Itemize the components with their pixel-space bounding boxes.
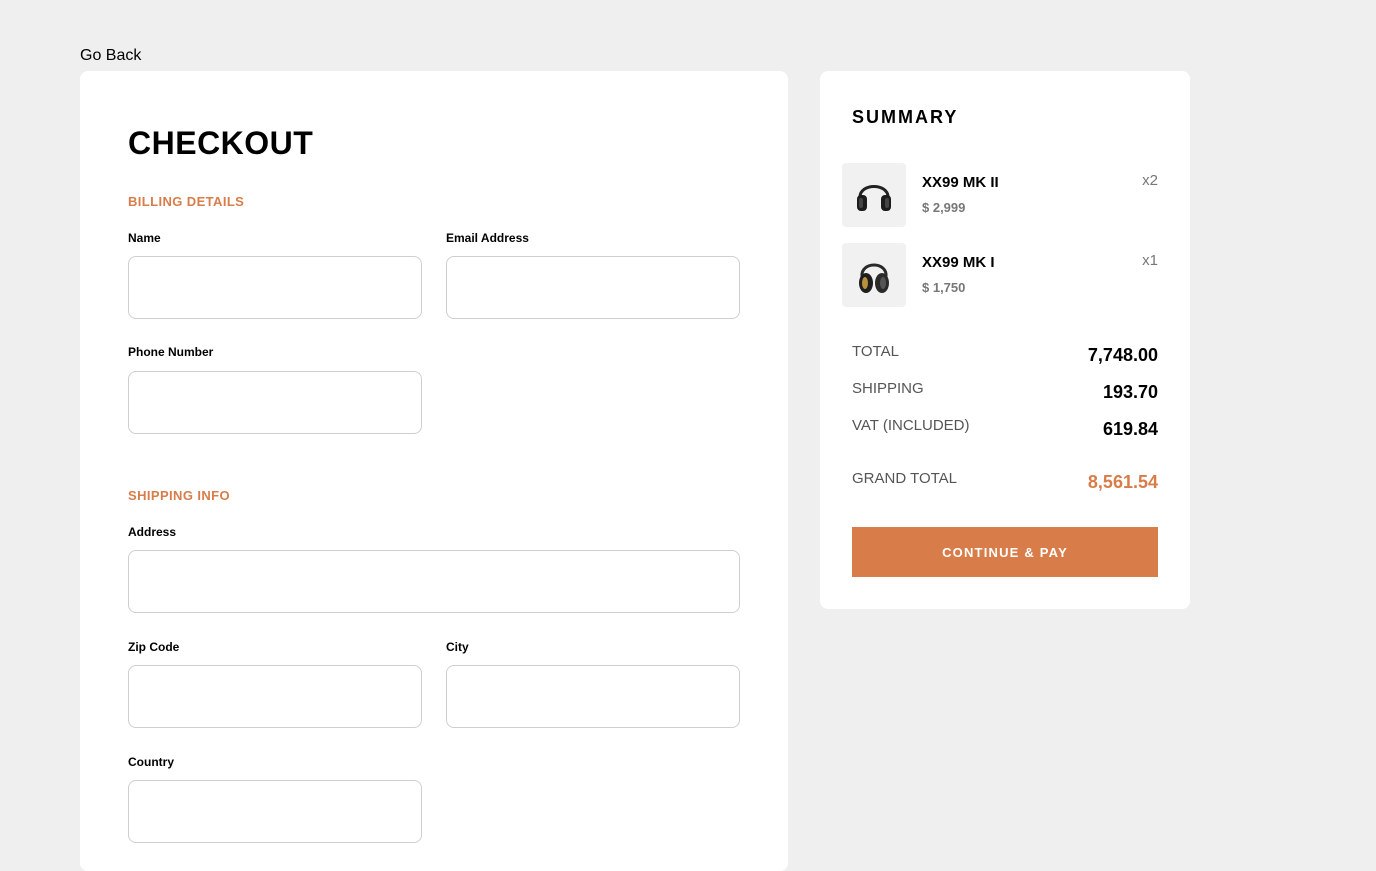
billing-details-heading: BILLING DETAILS	[128, 194, 245, 209]
shipping-value: 193.70	[1102, 382, 1158, 402]
total-row: TOTAL 7,748.00	[852, 343, 1158, 365]
address-input[interactable]	[128, 550, 740, 613]
page-title: CHECKOUT	[128, 125, 314, 161]
city-input[interactable]	[446, 665, 740, 728]
grand-total-row: GRAND TOTAL 8,561.54	[852, 470, 1158, 492]
email-input[interactable]	[446, 256, 740, 319]
shipping-info-heading: SHIPPING INFO	[128, 488, 230, 503]
name-label: Name	[128, 231, 161, 245]
cart-item-price: $ 2,999	[922, 200, 966, 215]
phone-label: Phone Number	[128, 345, 214, 359]
cart-item-quantity: x1	[1142, 252, 1158, 269]
cart-item-price: $ 1,750	[922, 280, 966, 295]
total-value: 7,748.00	[1087, 345, 1158, 365]
shipping-label: SHIPPING	[852, 380, 924, 397]
zip-code-input[interactable]	[128, 665, 422, 728]
vat-row: VAT (INCLUDED) 619.84	[852, 417, 1158, 439]
headphones-icon	[842, 243, 906, 307]
cart-item: XX99 MK II $ 2,999 x2	[842, 163, 1158, 227]
grand-total-value: 8,561.54	[1087, 472, 1158, 492]
headphones-icon	[842, 163, 906, 227]
vat-value: 619.84	[1102, 419, 1158, 439]
cart-item-name: XX99 MK II	[922, 174, 999, 191]
zip-code-label: Zip Code	[128, 640, 180, 654]
name-input[interactable]	[128, 256, 422, 319]
go-back-link[interactable]: Go Back	[80, 46, 141, 66]
vat-label: VAT (INCLUDED)	[852, 417, 970, 434]
country-input[interactable]	[128, 780, 422, 843]
cart-item-name: XX99 MK I	[922, 254, 995, 271]
total-label: TOTAL	[852, 343, 899, 360]
continue-and-pay-button[interactable]: CONTINUE & PAY	[852, 527, 1158, 577]
address-label: Address	[128, 525, 177, 539]
summary-title: SUMMARY	[852, 107, 959, 127]
shipping-row: SHIPPING 193.70	[852, 380, 1158, 402]
checkout-form-card: CHECKOUT BILLING DETAILS Name Email Addr…	[80, 71, 788, 871]
cart-item: XX99 MK I $ 1,750 x1	[842, 243, 1158, 307]
city-label: City	[446, 640, 469, 654]
country-label: Country	[128, 755, 174, 769]
order-summary-card: SUMMARY XX99 MK II $ 2,999 x2 XX99 MK I …	[820, 71, 1190, 609]
grand-total-label: GRAND TOTAL	[852, 470, 958, 487]
cart-item-quantity: x2	[1142, 172, 1158, 189]
email-label: Email Address	[446, 231, 529, 245]
phone-input[interactable]	[128, 371, 422, 434]
